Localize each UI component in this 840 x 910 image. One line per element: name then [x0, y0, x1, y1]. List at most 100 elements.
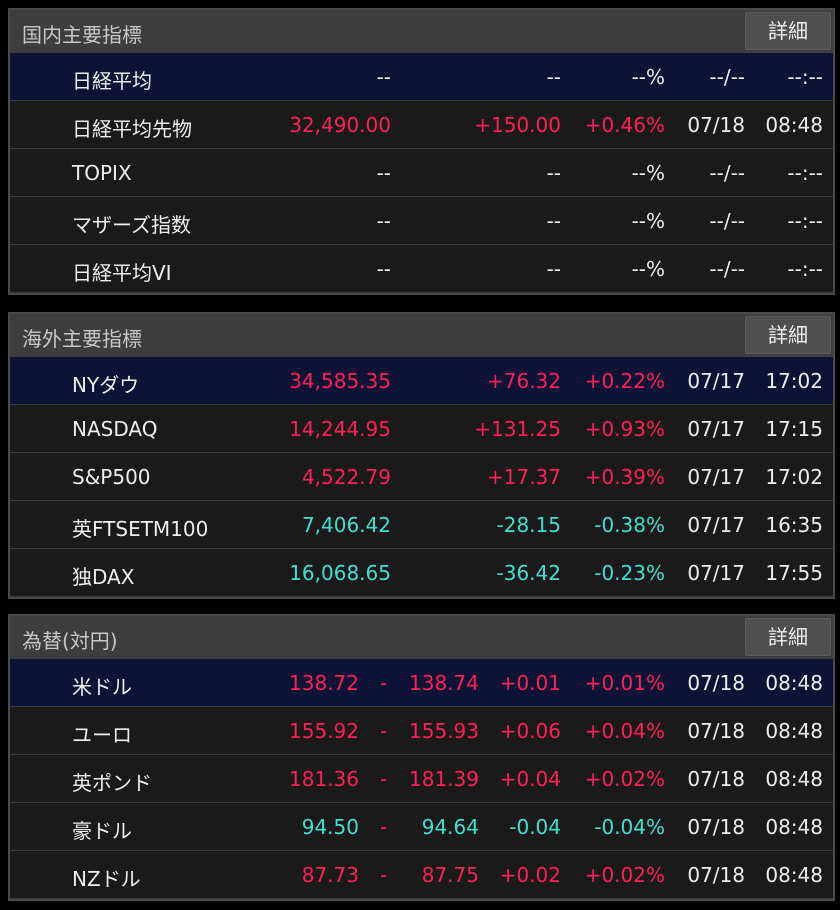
index-change-pct: +0.46%: [584, 113, 665, 137]
fx-bid: 155.92: [289, 719, 359, 743]
index-row[interactable]: 日経平均VI -- -- --% --/-- --:--: [10, 245, 833, 293]
fx-ask: 181.39: [409, 767, 479, 791]
index-change-pct: --%: [631, 257, 665, 281]
overseas-detail-button[interactable]: 詳細: [745, 316, 831, 354]
index-change-pct: --%: [631, 161, 665, 185]
fx-time: 08:48: [765, 671, 823, 695]
fx-change-pct: +0.01%: [584, 671, 665, 695]
index-change: --: [546, 209, 561, 233]
index-change: +131.25: [474, 417, 561, 441]
fx-date: 07/18: [687, 671, 745, 695]
fx-ask: 155.93: [409, 719, 479, 743]
fx-separator: -: [380, 671, 388, 695]
index-name: TOPIX: [72, 161, 132, 185]
domestic-detail-button[interactable]: 詳細: [745, 12, 831, 50]
index-name: 日経平均VI: [72, 261, 172, 285]
fx-bid: 94.50: [301, 815, 359, 839]
index-change-pct: +0.39%: [584, 465, 665, 489]
fx-time: 08:48: [765, 863, 823, 887]
fx-change-pct: +0.04%: [584, 719, 665, 743]
index-change: --: [546, 257, 561, 281]
index-name: NASDAQ: [72, 417, 158, 441]
fx-date: 07/18: [687, 815, 745, 839]
fx-change: +0.01: [499, 671, 561, 695]
currency-name: 豪ドル: [72, 819, 132, 843]
index-time: 17:15: [765, 417, 823, 441]
fx-row[interactable]: 米ドル 138.72 - 138.74 +0.01 +0.01% 07/18 0…: [10, 659, 833, 707]
fx-row[interactable]: 豪ドル 94.50 - 94.64 -0.04 -0.04% 07/18 08:…: [10, 803, 833, 851]
index-time: --:--: [787, 257, 823, 281]
fx-separator: -: [380, 719, 388, 743]
index-change: --: [546, 65, 561, 89]
domestic-indices-panel: 国内主要指標 詳細 日経平均 -- -- --% --/-- --:-- 日経平…: [8, 8, 835, 295]
index-name: 英FTSETM100: [72, 517, 209, 541]
index-row[interactable]: 独DAX 16,068.65 -36.42 -0.23% 07/17 17:55: [10, 549, 833, 597]
index-time: 08:48: [765, 113, 823, 137]
fx-change-pct: +0.02%: [584, 767, 665, 791]
index-change-pct: --%: [631, 65, 665, 89]
index-price: --: [376, 65, 391, 89]
index-date: 07/17: [687, 561, 745, 585]
fx-time: 08:48: [765, 815, 823, 839]
index-price: 4,522.79: [301, 465, 391, 489]
fx-time: 08:48: [765, 719, 823, 743]
index-row[interactable]: NYダウ 34,585.35 +76.32 +0.22% 07/17 17:02: [10, 357, 833, 405]
fx-separator: -: [380, 815, 388, 839]
index-price: 32,490.00: [289, 113, 391, 137]
index-change-pct: +0.22%: [584, 369, 665, 393]
index-price: --: [376, 257, 391, 281]
fx-separator: -: [380, 767, 388, 791]
index-price: 14,244.95: [289, 417, 391, 441]
index-date: 07/18: [687, 113, 745, 137]
index-row[interactable]: 日経平均先物 32,490.00 +150.00 +0.46% 07/18 08…: [10, 101, 833, 149]
index-price: --: [376, 209, 391, 233]
fx-date: 07/18: [687, 863, 745, 887]
overseas-panel-title: 海外主要指標: [22, 327, 142, 351]
index-time: 17:02: [765, 369, 823, 393]
fx-separator: -: [380, 863, 388, 887]
domestic-panel-title: 国内主要指標: [22, 23, 142, 47]
index-row[interactable]: S&P500 4,522.79 +17.37 +0.39% 07/17 17:0…: [10, 453, 833, 501]
index-price: 34,585.35: [289, 369, 391, 393]
fx-change-pct: +0.02%: [584, 863, 665, 887]
index-date: --/--: [709, 257, 745, 281]
index-row[interactable]: マザーズ指数 -- -- --% --/-- --:--: [10, 197, 833, 245]
fx-row[interactable]: NZドル 87.73 - 87.75 +0.02 +0.02% 07/18 08…: [10, 851, 833, 899]
overseas-indices-panel: 海外主要指標 詳細 NYダウ 34,585.35 +76.32 +0.22% 0…: [8, 312, 835, 599]
fx-detail-button[interactable]: 詳細: [745, 618, 831, 656]
index-name: マザーズ指数: [72, 213, 191, 237]
currency-name: ユーロ: [72, 723, 132, 747]
index-time: 17:55: [765, 561, 823, 585]
index-date: 07/17: [687, 465, 745, 489]
fx-bid: 181.36: [289, 767, 359, 791]
index-row[interactable]: NASDAQ 14,244.95 +131.25 +0.93% 07/17 17…: [10, 405, 833, 453]
fx-panel-title: 為替(対円): [22, 629, 118, 653]
index-row[interactable]: 日経平均 -- -- --% --/-- --:--: [10, 53, 833, 101]
index-time: 16:35: [765, 513, 823, 537]
currency-name: 英ポンド: [72, 771, 152, 795]
fx-date: 07/18: [687, 719, 745, 743]
index-change: +150.00: [474, 113, 561, 137]
index-price: --: [376, 161, 391, 185]
index-row[interactable]: 英FTSETM100 7,406.42 -28.15 -0.38% 07/17 …: [10, 501, 833, 549]
index-name: NYダウ: [72, 373, 140, 397]
fx-change-pct: -0.04%: [594, 815, 665, 839]
index-date: 07/17: [687, 513, 745, 537]
index-change: -28.15: [496, 513, 561, 537]
index-date: --/--: [709, 161, 745, 185]
fx-row[interactable]: ユーロ 155.92 - 155.93 +0.06 +0.04% 07/18 0…: [10, 707, 833, 755]
fx-bid: 87.73: [301, 863, 359, 887]
index-date: 07/17: [687, 369, 745, 393]
index-name: S&P500: [72, 465, 151, 489]
index-change-pct: --%: [631, 209, 665, 233]
fx-change: +0.04: [499, 767, 561, 791]
index-change-pct: +0.93%: [584, 417, 665, 441]
index-time: 17:02: [765, 465, 823, 489]
fx-row[interactable]: 英ポンド 181.36 - 181.39 +0.04 +0.02% 07/18 …: [10, 755, 833, 803]
fx-change: +0.02: [499, 863, 561, 887]
index-row[interactable]: TOPIX -- -- --% --/-- --:--: [10, 149, 833, 197]
fx-ask: 87.75: [421, 863, 479, 887]
index-time: --:--: [787, 209, 823, 233]
index-price: 16,068.65: [289, 561, 391, 585]
index-name: 日経平均: [72, 69, 152, 93]
